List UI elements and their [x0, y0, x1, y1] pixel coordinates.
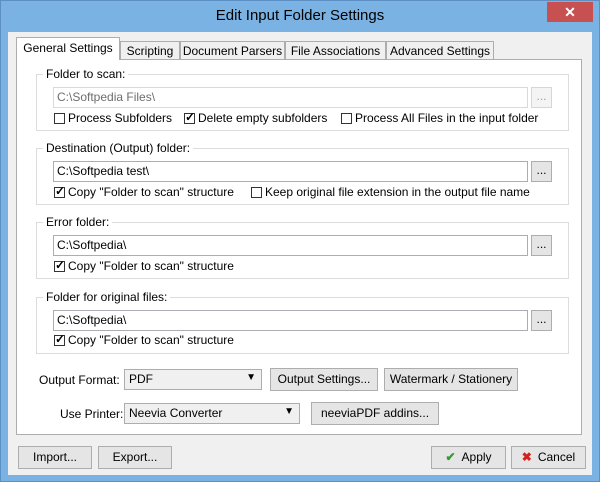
process-all-files-label: Process All Files in the input folder	[355, 111, 539, 125]
output-format-value: PDF	[129, 372, 153, 386]
original-files-input[interactable]: C:\Softpedia\	[53, 310, 528, 331]
folder-to-scan-input[interactable]: C:\Softpedia Files\	[53, 87, 528, 108]
use-printer-value: Neevia Converter	[129, 406, 223, 420]
original-copy-structure-label: Copy "Folder to scan" structure	[68, 333, 234, 347]
original-files-legend: Folder for original files:	[43, 290, 171, 304]
process-subfolders-checkbox[interactable]: Process Subfolders	[54, 111, 172, 125]
apply-label: Apply	[461, 450, 492, 464]
close-window-button[interactable]: ✕	[547, 2, 593, 22]
window-title: Edit Input Folder Settings	[215, 7, 385, 24]
checkbox-checked-icon	[54, 184, 65, 198]
tab-general-settings[interactable]: General Settings	[16, 37, 120, 60]
cancel-label: Cancel	[537, 450, 576, 464]
tab-scripting[interactable]: Scripting	[120, 41, 180, 59]
apply-button[interactable]: ✔ Apply	[431, 446, 506, 469]
watermark-stationery-button[interactable]: Watermark / Stationery	[384, 368, 518, 391]
tab-document-parsers[interactable]: Document Parsers	[180, 41, 285, 59]
close-icon: ✕	[564, 4, 576, 20]
original-copy-structure-checkbox[interactable]: Copy "Folder to scan" structure	[54, 332, 234, 347]
use-printer-select[interactable]: Neevia Converter ▼	[124, 403, 300, 424]
destination-folder-browse-button[interactable]: ...	[531, 161, 552, 182]
error-folder-browse-button[interactable]: ...	[531, 235, 552, 256]
folder-to-scan-browse-button[interactable]: ...	[531, 87, 552, 108]
error-folder-legend: Error folder:	[43, 215, 113, 229]
chevron-down-icon: ▼	[246, 372, 256, 383]
error-folder-input[interactable]: C:\Softpedia\	[53, 235, 528, 256]
checkbox-checked-icon	[54, 258, 65, 272]
output-format-label: Output Format:	[39, 373, 120, 387]
export-button[interactable]: Export...	[98, 446, 172, 469]
delete-empty-subfolders-checkbox[interactable]: Delete empty subfolders	[184, 110, 328, 125]
neeviapdf-addins-button[interactable]: neeviaPDF addins...	[311, 402, 439, 425]
process-all-files-checkbox[interactable]: Process All Files in the input folder	[341, 111, 538, 125]
process-subfolders-label: Process Subfolders	[68, 111, 173, 125]
error-copy-structure-label: Copy "Folder to scan" structure	[68, 259, 234, 273]
tab-advanced-settings[interactable]: Advanced Settings	[386, 41, 494, 59]
checkbox-unchecked-icon	[251, 186, 262, 198]
tab-file-associations[interactable]: File Associations	[285, 41, 386, 59]
destination-folder-input[interactable]: C:\Softpedia test\	[53, 161, 528, 182]
dialog-window: Edit Input Folder Settings ✕ General Set…	[0, 0, 600, 482]
cross-icon: ✖	[521, 450, 532, 464]
destination-copy-structure-checkbox[interactable]: Copy "Folder to scan" structure	[54, 184, 234, 199]
checkbox-checked-icon	[184, 110, 195, 124]
output-format-select[interactable]: PDF ▼	[124, 369, 262, 390]
checkbox-unchecked-icon	[54, 112, 65, 124]
folder-to-scan-legend: Folder to scan:	[43, 67, 129, 81]
use-printer-label: Use Printer:	[60, 407, 124, 421]
general-settings-panel: Folder to scan: C:\Softpedia Files\ ... …	[16, 59, 582, 435]
checkmark-icon: ✔	[445, 450, 456, 464]
dialog-client: General Settings Scripting Document Pars…	[8, 32, 592, 475]
keep-extension-checkbox[interactable]: Keep original file extension in the outp…	[251, 185, 530, 199]
checkbox-checked-icon	[54, 332, 65, 346]
title-bar[interactable]: Edit Input Folder Settings ✕	[1, 1, 599, 32]
original-files-browse-button[interactable]: ...	[531, 310, 552, 331]
error-copy-structure-checkbox[interactable]: Copy "Folder to scan" structure	[54, 258, 234, 273]
import-button[interactable]: Import...	[18, 446, 92, 469]
chevron-down-icon: ▼	[284, 406, 294, 417]
keep-extension-label: Keep original file extension in the outp…	[265, 185, 530, 199]
output-settings-button[interactable]: Output Settings...	[270, 368, 378, 391]
cancel-button[interactable]: ✖ Cancel	[511, 446, 586, 469]
delete-empty-subfolders-label: Delete empty subfolders	[198, 111, 328, 125]
destination-folder-legend: Destination (Output) folder:	[43, 141, 194, 155]
checkbox-unchecked-icon	[341, 112, 352, 124]
destination-copy-structure-label: Copy "Folder to scan" structure	[68, 185, 234, 199]
